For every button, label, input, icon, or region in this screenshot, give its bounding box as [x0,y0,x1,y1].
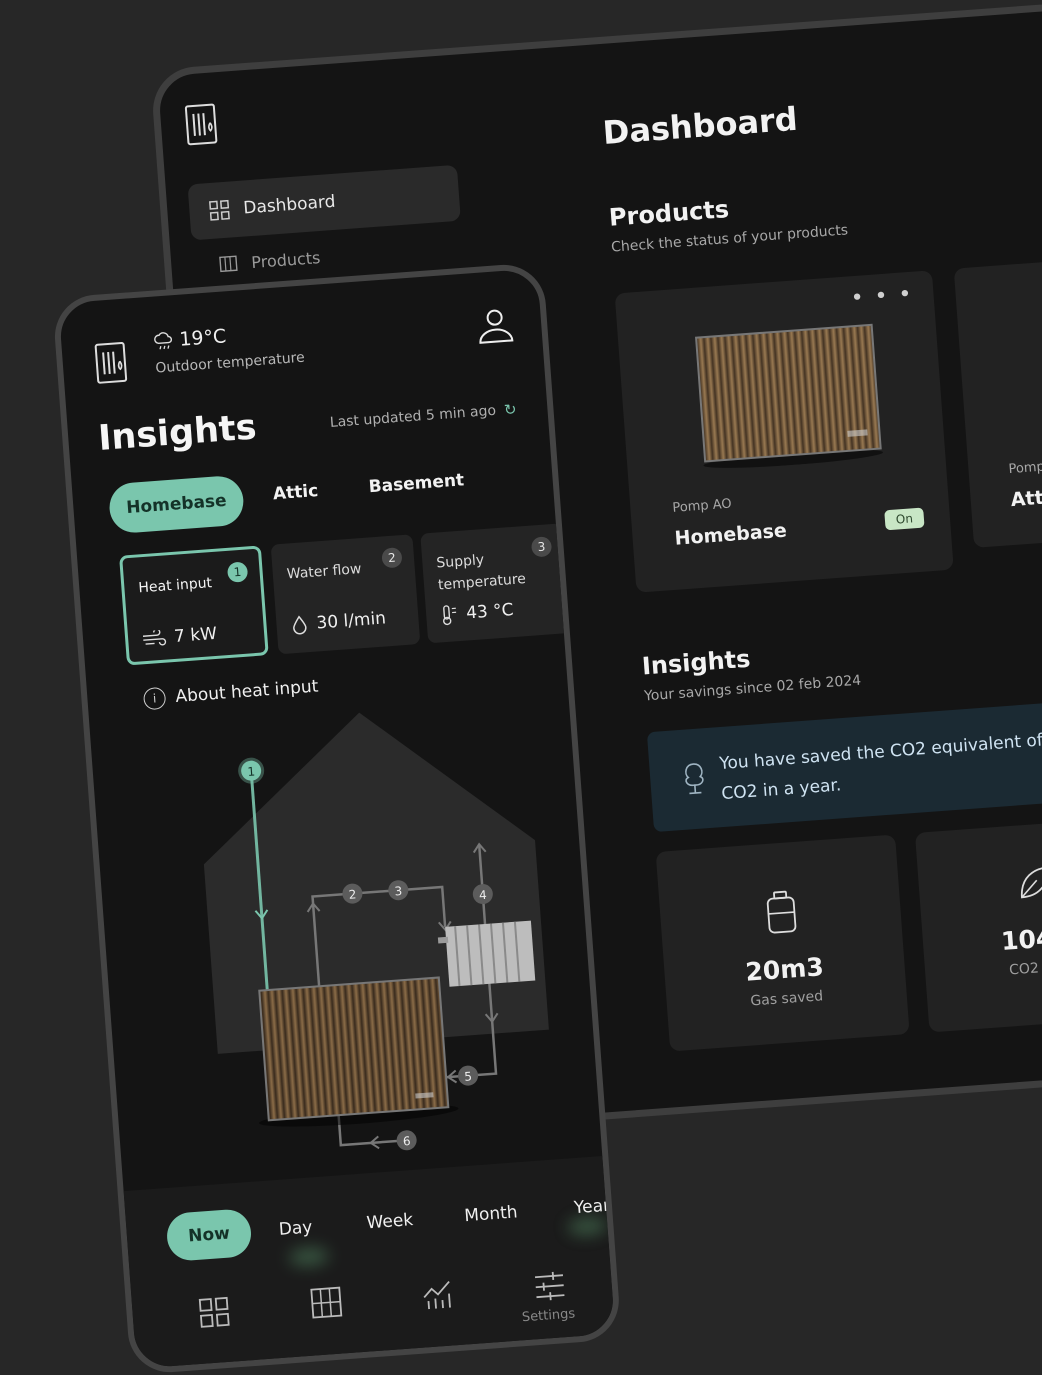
heat-pump-image [690,318,888,471]
stat-label: CO2 s [1009,959,1042,978]
metric-value-row: 7 kW [142,624,218,649]
nav-settings-label: Settings [521,1306,575,1325]
user-profile-icon[interactable] [474,304,517,347]
glow-decoration [288,1246,329,1267]
temperature-label: Outdoor temperature [155,350,305,377]
products-heading: Products [608,195,730,232]
info-icon: i [143,687,167,711]
product-name: Attic [1010,485,1042,511]
savings-banner: You have saved the CO2 equivalent of w C… [647,687,1042,832]
leaf-icon [1016,863,1042,902]
metric-card-supply-temperature[interactable]: 3 Supply temperature 43 °C [420,523,570,643]
about-label: About heat input [175,677,319,707]
page-title: Dashboard [601,100,798,152]
metric-value: 7 kW [173,624,217,647]
last-updated: Last updated 5 min ago ↻ [329,400,517,432]
metric-value-row: 43 °C [439,599,514,626]
metric-card-water-flow[interactable]: 2 Water flow 30 l/min [271,534,421,654]
nav-settings-icon[interactable] [530,1267,569,1306]
sidebar-item-label: Dashboard [243,192,336,219]
period-month[interactable]: Month [464,1202,519,1226]
temperature-value: 19°C [179,325,227,350]
house-flow-diagram: 1 2 3 4 5 6 [129,687,603,1198]
radiator-icon [219,254,238,273]
stat-value: 104 [1000,923,1042,956]
more-options-icon[interactable]: • • • [850,290,913,305]
thermometer-icon [439,603,459,626]
metric-title: Supply temperature [436,545,539,596]
node-label-3: 3 [394,884,403,899]
node-label-4: 4 [479,888,488,903]
refresh-icon[interactable]: ↻ [503,400,517,419]
node-label-2: 2 [348,887,357,902]
water-drop-icon [290,614,309,635]
metric-title: Heat input [138,570,239,599]
product-card-homebase[interactable]: • • • Pomp AO Homebase On [615,270,954,592]
node-marker-5[interactable]: 5 [457,1065,478,1086]
metric-value: 30 l/min [316,608,387,633]
mobile-app: 19°C Outdoor temperature Insights Last u… [52,262,622,1375]
period-selector: Now Day Week Month Year [124,1156,617,1375]
metric-value: 43 °C [465,600,514,623]
insights-heading: Insights [641,645,751,681]
status-badge: On [884,508,924,531]
nav-products-icon[interactable] [307,1283,346,1322]
tab-attic[interactable]: Attic [272,481,319,504]
wind-icon [142,630,167,648]
metric-title: Water flow [286,556,387,585]
heat-pump-image [249,977,459,1131]
node-marker-1[interactable]: 1 [237,757,265,785]
metric-value-row: 30 l/min [290,608,387,635]
tab-basement[interactable]: Basement [368,470,465,497]
period-week[interactable]: Week [366,1210,414,1233]
metric-card-heat-input[interactable]: 1 Heat input 7 kW [119,545,269,665]
last-updated-text: Last updated 5 min ago [329,403,496,431]
stat-card-gas: 20m3 Gas saved [656,834,910,1051]
product-model: Pomp T [1008,459,1042,477]
stat-card-co2: 104 CO2 s [915,815,1042,1032]
period-now[interactable]: Now [165,1208,252,1262]
brand-logo-icon [181,100,220,149]
rain-cloud-icon [153,330,174,351]
grid-icon [209,200,230,221]
product-name: Homebase [674,520,788,550]
about-heat-input-link[interactable]: i About heat input [143,676,319,711]
tree-icon [679,760,709,796]
nav-dashboard-icon[interactable] [195,1292,234,1331]
node-label-1: 1 [247,764,256,779]
outdoor-temperature: 19°C [153,325,227,352]
radiator-image [437,921,535,988]
node-marker-6[interactable]: 6 [396,1130,417,1151]
savings-text: You have saved the CO2 equivalent of w C… [718,724,1042,809]
sidebar-item-label: Products [251,248,321,272]
period-year[interactable]: Year [573,1196,610,1219]
node-label-5: 5 [464,1069,473,1084]
product-model: Pomp AO [672,497,732,516]
tab-homebase[interactable]: Homebase [108,475,245,535]
page-title: Insights [97,407,258,458]
brand-logo-icon [91,339,130,388]
product-card-attic[interactable]: Pomp T Attic [954,254,1042,548]
period-day[interactable]: Day [278,1217,313,1239]
gas-canister-icon [763,888,800,936]
nav-insights-icon[interactable] [419,1275,458,1314]
node-label-6: 6 [402,1134,411,1149]
glow-decoration [567,1216,608,1237]
